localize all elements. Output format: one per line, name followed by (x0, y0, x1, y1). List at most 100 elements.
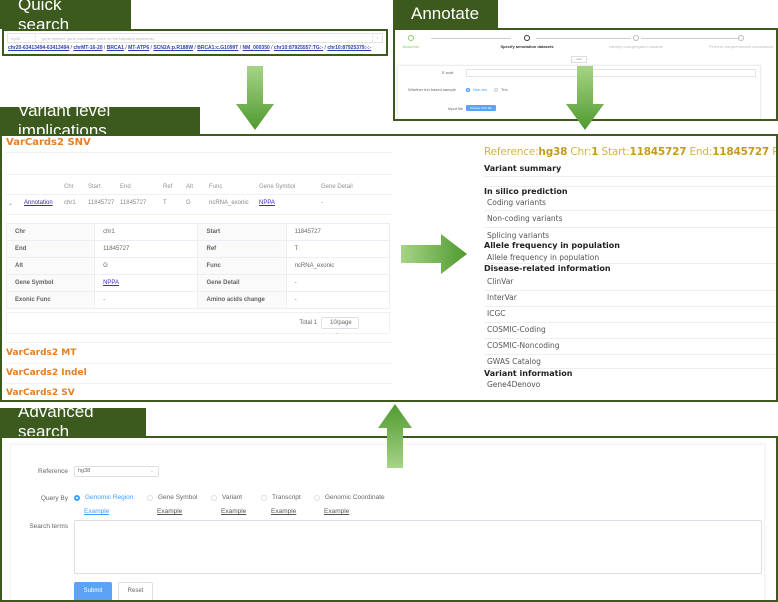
example-link[interactable]: BRCA1:c.G1099T (197, 45, 238, 51)
nav-cosmic-coding[interactable]: COSMIC-Coding (487, 325, 546, 334)
clear-icon[interactable]: × (372, 34, 382, 42)
reference-select[interactable]: hg38 ⌄ (74, 466, 159, 477)
expand-chevron-icon[interactable]: ⌄ (8, 200, 13, 207)
divider (6, 383, 392, 384)
advanced-search-panel-label: Advanced search (0, 402, 146, 441)
quick-search-input[interactable]: gene symbol, gene coordinate (click on t… (36, 36, 372, 41)
divider (6, 363, 392, 364)
col-header: Ref (163, 184, 173, 190)
step-identify-cosegregated[interactable]: Identify cosegregated variants (591, 35, 681, 49)
cell-ref: T (163, 200, 167, 206)
nav-cosmic-noncoding[interactable]: COSMIC-Noncoding (487, 341, 560, 350)
radio-icon (494, 87, 498, 92)
divider (484, 354, 776, 355)
search-terms-textarea[interactable] (74, 520, 762, 574)
gene-symbol-link[interactable]: NPPA (103, 280, 119, 286)
example-link[interactable]: chr20-63413494-63413494 (8, 45, 69, 51)
example-link[interactable]: SCN2A:p.R188W (153, 45, 193, 51)
arrow-down-icon (566, 66, 604, 130)
radio-variant[interactable]: Variant (211, 494, 242, 501)
example-link[interactable]: NM_000350 (243, 45, 270, 51)
submit-button[interactable]: Submit (74, 582, 112, 600)
reference-select[interactable]: hg38 (8, 34, 36, 42)
nav-in-silico-prediction[interactable]: In silico prediction (484, 187, 568, 196)
step-specify-datasets[interactable]: Specify annotation datasets (482, 35, 572, 49)
radio-genomic-coordinate[interactable]: Genomic Coordinate (314, 494, 385, 501)
gene-symbol-link[interactable]: NPPA (259, 200, 275, 206)
arrow-down-icon (236, 66, 274, 130)
email-label: E-mail (442, 70, 454, 75)
step-basic-info[interactable]: BasicInfo (395, 35, 456, 49)
radio-icon (261, 494, 267, 501)
nav-non-coding-variants[interactable]: Non-coding variants (487, 214, 563, 223)
trio-radio[interactable]: Trio (494, 87, 508, 92)
detail-row: Gene Symbol NPPA Gene Detail - (5, 274, 391, 292)
example-link[interactable]: MT-ATP6 (128, 45, 149, 51)
nav-allele-frequency[interactable]: Allele frequency in population (484, 241, 620, 250)
example-link-genomic-region[interactable]: Example (84, 508, 109, 515)
divider (6, 194, 392, 195)
radio-transcript[interactable]: Transcript (261, 494, 301, 501)
example-link-gene-symbol[interactable]: Example (157, 508, 182, 515)
table-row: ⌄ Annotation chr1 11845727 11845727 T G … (6, 200, 392, 212)
detail-row: Alt G Func ncRNA_exonic (5, 257, 391, 275)
example-link[interactable]: BRCA1 (107, 45, 124, 51)
section-varcards2-snv[interactable]: VarCards2 SNV (6, 137, 91, 148)
nav-disease-related[interactable]: Disease-related information (484, 264, 611, 273)
radio-gene-symbol[interactable]: Gene Symbol (147, 494, 197, 501)
radio-icon (314, 494, 320, 501)
step-number-icon (738, 35, 744, 41)
divider (484, 290, 776, 291)
divider (484, 306, 776, 307)
annotation-link[interactable]: Annotation (24, 200, 53, 206)
radio-genomic-region[interactable]: Genomic Region (74, 494, 133, 501)
example-link[interactable]: chr10:87925557:TG:- (274, 45, 323, 51)
col-header: Gene Symbol (259, 184, 296, 190)
total-count: Total 1 (299, 320, 317, 326)
section-varcards2-sv[interactable]: VarCards2 SV (6, 388, 75, 398)
quick-search-bar: hg38 gene symbol, gene coordinate (click… (7, 33, 383, 43)
nav-icgc[interactable]: ICGC (487, 309, 506, 318)
radio-icon (147, 494, 153, 501)
search-terms-label: Search terms (29, 523, 68, 530)
example-link-transcript[interactable]: Example (271, 508, 296, 515)
nav-gene4denovo[interactable]: Gene4Denovo (487, 380, 540, 389)
page-size-select[interactable]: 10/page ⌄ (321, 317, 359, 336)
nav-clinvar[interactable]: ClinVar (487, 277, 513, 286)
arrow-right-icon (401, 234, 467, 274)
radio-checked-icon (74, 494, 80, 501)
divider (6, 214, 392, 215)
nav-allele-frequency-item[interactable]: Allele frequency in population (487, 253, 599, 262)
nav-intervar[interactable]: InterVar (487, 293, 517, 302)
col-header: Gene Detail (321, 184, 353, 190)
cell-gene-detail: - (321, 200, 323, 206)
cell-alt: G (186, 200, 191, 206)
section-varcards2-mt[interactable]: VarCards2 MT (6, 348, 76, 358)
pagination: Total 1 10/page ⌄ (6, 312, 390, 336)
query-by-label: Query By (40, 495, 68, 502)
example-link-genomic-coordinate[interactable]: Example (324, 508, 349, 515)
example-link[interactable]: chr10:87925379:-:- (327, 45, 371, 51)
next-button[interactable]: next (571, 56, 587, 63)
email-field[interactable] (466, 69, 756, 77)
arrow-up-icon (378, 404, 412, 468)
annotate-panel-label: Annotate (393, 0, 498, 28)
divider (484, 210, 776, 211)
nav-splicing-variants[interactable]: Splicing variants (487, 231, 549, 240)
quick-search-panel-label: Quick search (0, 0, 131, 34)
nav-gwas-catalog[interactable]: GWAS Catalog (487, 357, 541, 366)
non-trio-radio[interactable]: Non-trio (466, 87, 487, 92)
nav-coding-variants[interactable]: Coding variants (487, 198, 546, 207)
input-file-label: Input file (448, 106, 464, 111)
nav-variant-summary[interactable]: Variant summary (484, 164, 561, 173)
reset-button[interactable]: Reset (118, 582, 153, 600)
choose-file-button[interactable]: Choose VCF file (466, 105, 496, 111)
nav-variant-information[interactable]: Variant information (484, 369, 572, 378)
col-header: Chr (64, 184, 74, 190)
step-comprehensive-annotations[interactable]: Perform comprehensive annotations (696, 35, 776, 49)
section-varcards2-indel[interactable]: VarCards2 Indel (6, 368, 87, 378)
example-link[interactable]: chrMT-16-20 (73, 45, 102, 51)
radio-icon (211, 494, 217, 501)
example-link-variant[interactable]: Example (221, 508, 246, 515)
reference-label: Reference (38, 468, 68, 475)
